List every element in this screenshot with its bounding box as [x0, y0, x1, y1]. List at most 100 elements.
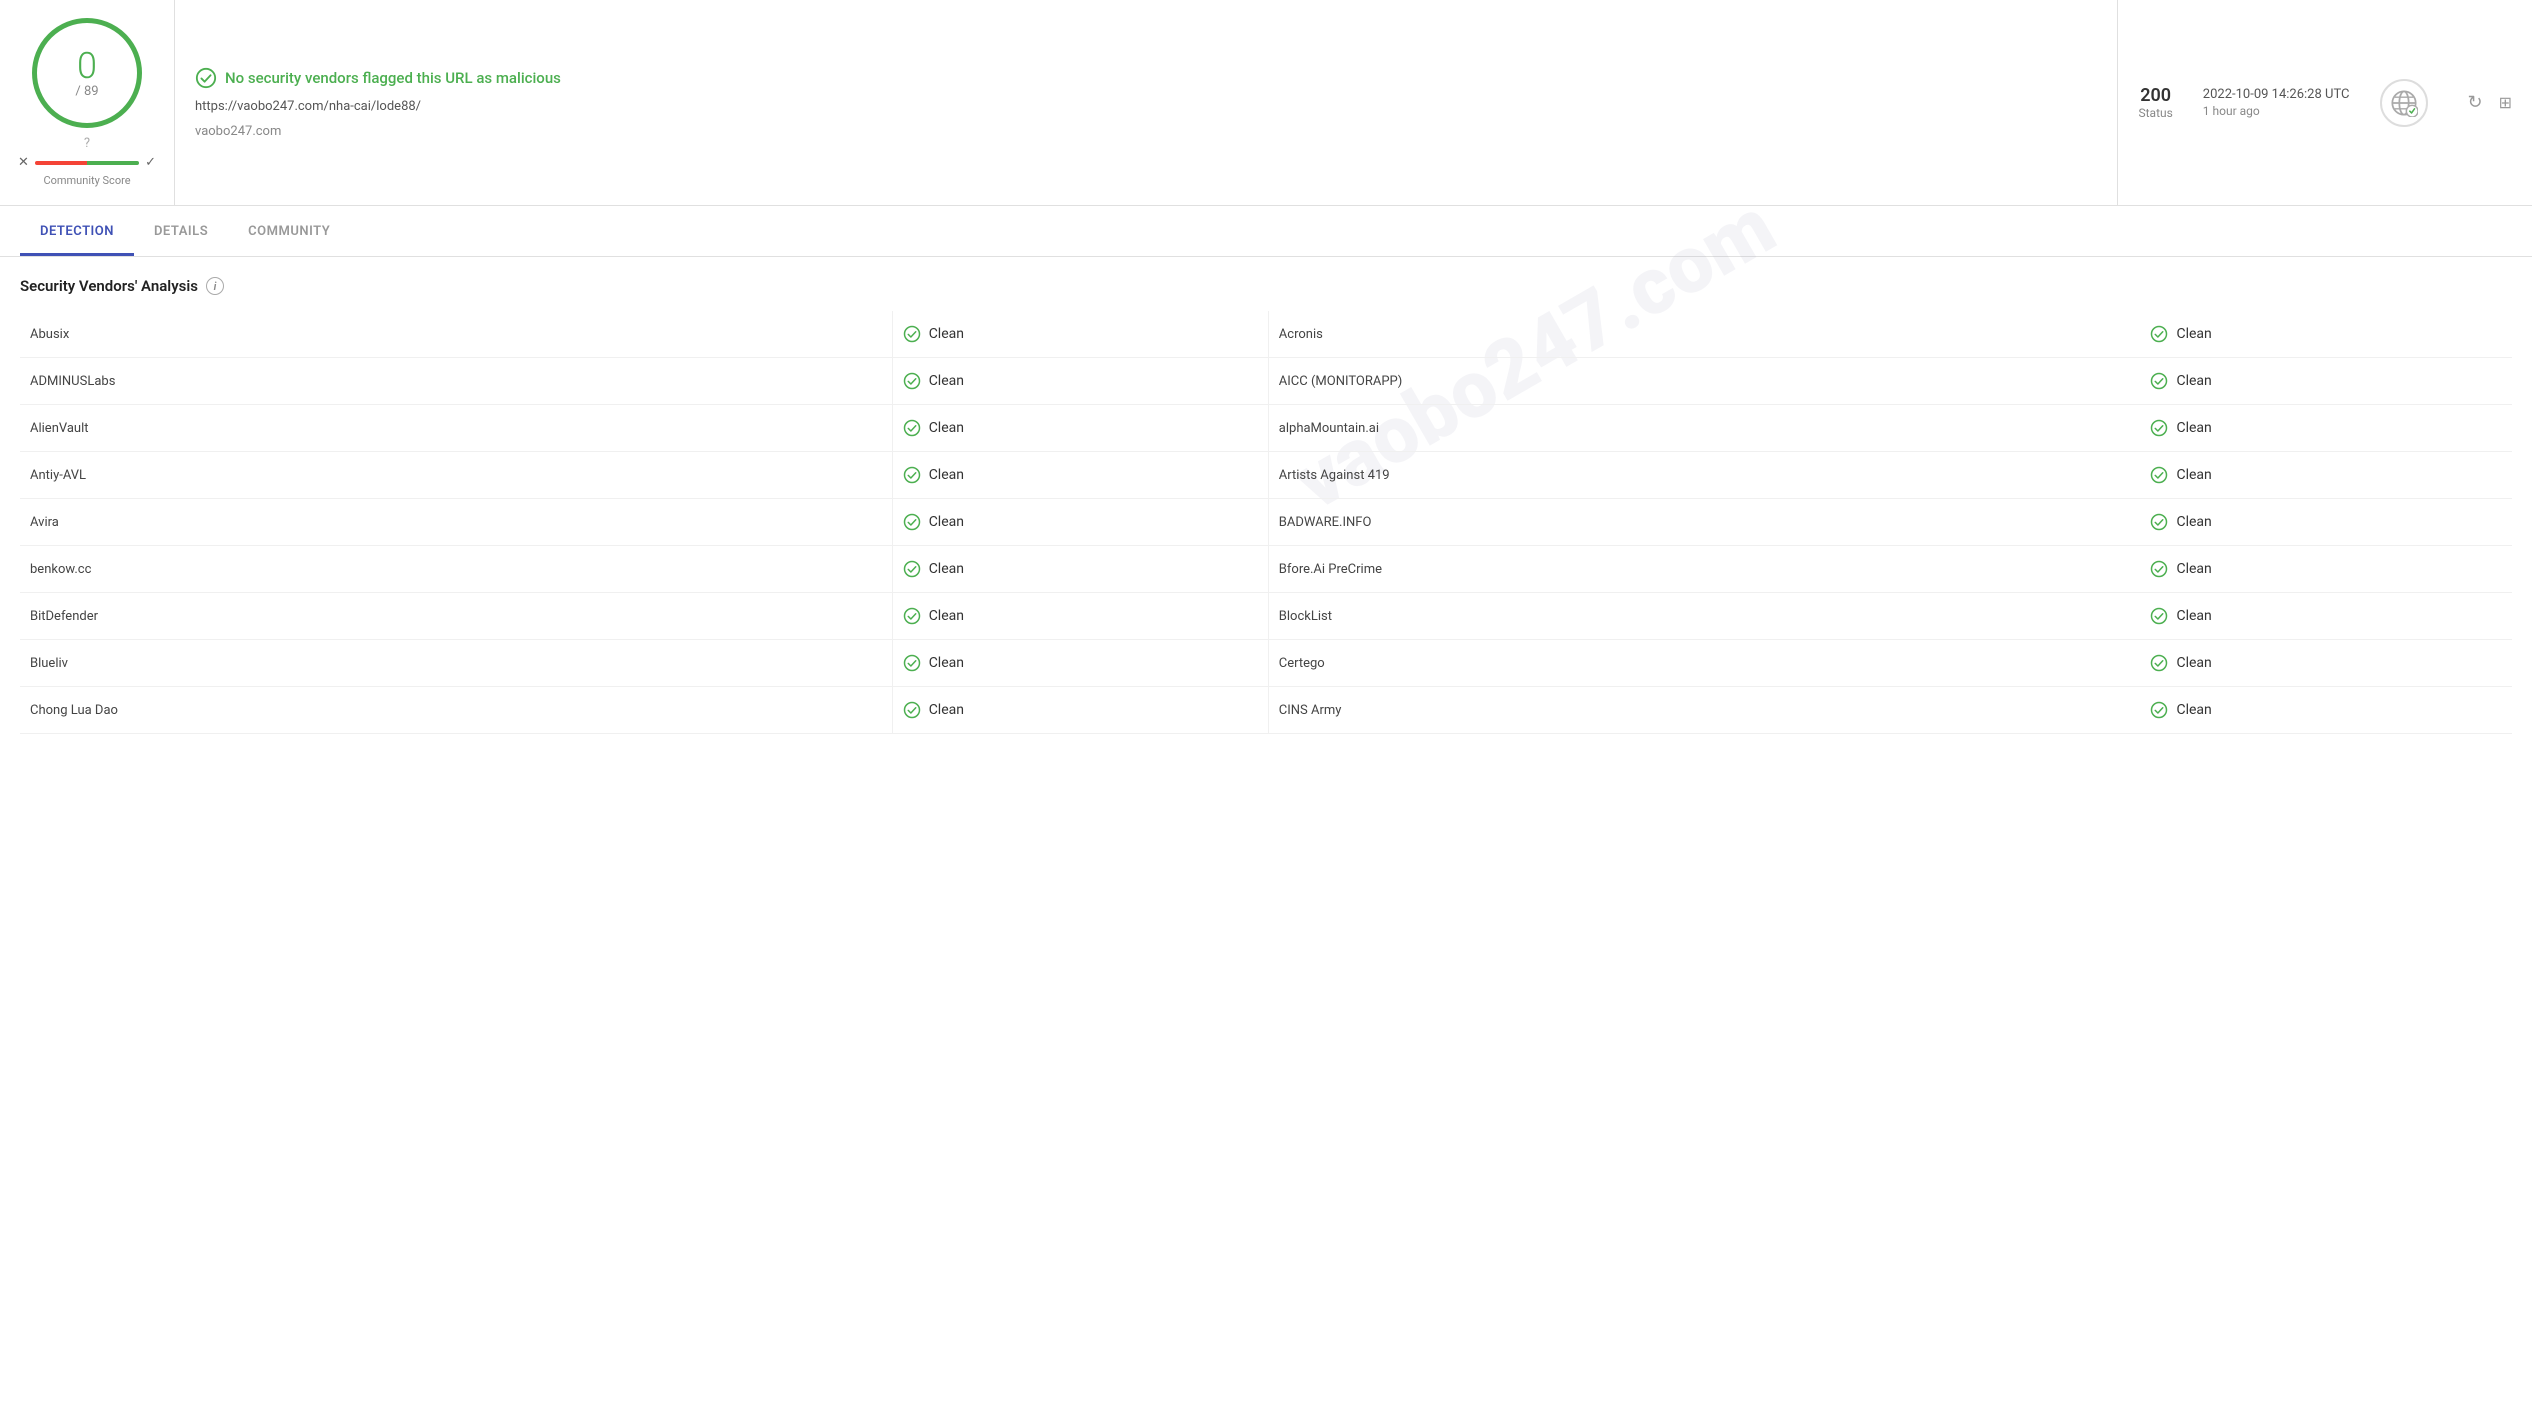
- score-circle: 0 / 89: [32, 18, 142, 128]
- check-icon[interactable]: ✓: [145, 155, 156, 170]
- vendor-status-text-right: Clean: [2176, 420, 2211, 436]
- check-circle-icon-right: [2150, 654, 2168, 672]
- status-label: Status: [2138, 106, 2172, 120]
- vendor-table: Abusix Clean Acronis Clean ADMINUSLabs: [20, 311, 2512, 734]
- info-icon[interactable]: i: [206, 277, 224, 295]
- vendor-status-right: Clean: [2150, 654, 2502, 672]
- vendor-name-left: Avira: [20, 499, 892, 546]
- vendor-name-left: Antiy-AVL: [20, 452, 892, 499]
- vendor-status-right: Clean: [2150, 466, 2502, 484]
- vendor-name-right: Artists Against 419: [1268, 452, 2140, 499]
- vendor-status-right: Clean: [2150, 607, 2502, 625]
- clean-notice: No security vendors flagged this URL as …: [195, 67, 2097, 89]
- scan-date: 2022-10-09 14:26:28 UTC: [2203, 87, 2350, 102]
- vendor-status-left: Clean: [903, 466, 1258, 484]
- globe-icon[interactable]: [2380, 79, 2428, 127]
- meta-panel: 200 Status 2022-10-09 14:26:28 UTC 1 hou…: [2117, 0, 2447, 205]
- status-code: 200: [2138, 85, 2172, 106]
- vendor-status-text-right: Clean: [2176, 561, 2211, 577]
- check-circle-icon-left: [903, 701, 921, 719]
- check-circle-icon-right: [2150, 701, 2168, 719]
- tab-details[interactable]: DETAILS: [134, 206, 228, 256]
- vendor-name-left: Blueliv: [20, 640, 892, 687]
- check-circle-icon-right: [2150, 560, 2168, 578]
- vendor-status-text-left: Clean: [929, 373, 964, 389]
- vendor-name-left: ADMINUSLabs: [20, 358, 892, 405]
- vendor-status-text-right: Clean: [2176, 373, 2211, 389]
- vendor-name-right: Acronis: [1268, 311, 2140, 358]
- vendor-status-text-left: Clean: [929, 655, 964, 671]
- check-circle-icon-left: [903, 466, 921, 484]
- vendor-status-left: Clean: [903, 325, 1258, 343]
- table-row: Blueliv Clean Certego Clean: [20, 640, 2512, 687]
- x-icon[interactable]: ✕: [18, 155, 29, 170]
- top-right-icons: ↻ ⊞: [2448, 0, 2532, 205]
- vendor-status-text-left: Clean: [929, 608, 964, 624]
- score-denom: / 89: [75, 84, 98, 99]
- table-row: ADMINUSLabs Clean AICC (MONITORAPP) Clea…: [20, 358, 2512, 405]
- top-bar: 0 / 89 ? ✕ ✓ Community Score No security…: [0, 0, 2532, 206]
- tab-detection[interactable]: DETECTION: [20, 206, 134, 256]
- table-row: BitDefender Clean BlockList Clean: [20, 593, 2512, 640]
- scan-ago: 1 hour ago: [2203, 104, 2350, 118]
- date-block: 2022-10-09 14:26:28 UTC 1 hour ago: [2203, 87, 2350, 118]
- check-circle-icon-right: [2150, 466, 2168, 484]
- main-content: vaobo247.com Security Vendors' Analysis …: [0, 257, 2532, 754]
- check-circle-icon-right: [2150, 513, 2168, 531]
- vendor-name-left: BitDefender: [20, 593, 892, 640]
- table-row: AlienVault Clean alphaMountain.ai Clean: [20, 405, 2512, 452]
- shield-check-icon: [195, 67, 217, 89]
- globe-svg: [2390, 89, 2418, 117]
- check-circle-icon-left: [903, 560, 921, 578]
- community-score-label: Community Score: [43, 174, 130, 187]
- vendor-status-text-right: Clean: [2176, 326, 2211, 342]
- vendor-name-right: AICC (MONITORAPP): [1268, 358, 2140, 405]
- vendor-status-left: Clean: [903, 419, 1258, 437]
- vendor-status-left: Clean: [903, 372, 1258, 390]
- vendor-status-left: Clean: [903, 560, 1258, 578]
- vendor-status-text-right: Clean: [2176, 655, 2211, 671]
- check-circle-icon-left: [903, 419, 921, 437]
- vendor-name-right: BlockList: [1268, 593, 2140, 640]
- vendor-status-text-left: Clean: [929, 467, 964, 483]
- section-title-text: Security Vendors' Analysis: [20, 277, 198, 295]
- table-row: Avira Clean BADWARE.INFO Clean: [20, 499, 2512, 546]
- vendor-status-left: Clean: [903, 654, 1258, 672]
- vendor-status-left: Clean: [903, 607, 1258, 625]
- check-circle-icon-left: [903, 372, 921, 390]
- vendor-name-left: Chong Lua Dao: [20, 687, 892, 734]
- vendor-status-left: Clean: [903, 701, 1258, 719]
- table-row: Chong Lua Dao Clean CINS Army Clean: [20, 687, 2512, 734]
- check-circle-icon-left: [903, 513, 921, 531]
- url-line: https://vaobo247.com/nha-cai/lode88/: [195, 99, 2097, 114]
- vendor-status-text-right: Clean: [2176, 702, 2211, 718]
- vendor-status-right: Clean: [2150, 419, 2502, 437]
- vendor-name-right: CINS Army: [1268, 687, 2140, 734]
- refresh-icon[interactable]: ↻: [2468, 92, 2483, 113]
- qr-icon[interactable]: ⊞: [2499, 93, 2512, 112]
- community-bar: [35, 161, 139, 165]
- vendor-name-right: BADWARE.INFO: [1268, 499, 2140, 546]
- status-block: 200 Status: [2138, 85, 2172, 120]
- vendor-name-right: Bfore.Ai PreCrime: [1268, 546, 2140, 593]
- check-circle-icon-left: [903, 654, 921, 672]
- tabs-bar: DETECTION DETAILS COMMUNITY: [0, 206, 2532, 257]
- vendor-status-text-left: Clean: [929, 326, 964, 342]
- tab-community[interactable]: COMMUNITY: [228, 206, 350, 256]
- vendor-name-right: Certego: [1268, 640, 2140, 687]
- vendor-status-right: Clean: [2150, 701, 2502, 719]
- vendor-status-text-right: Clean: [2176, 608, 2211, 624]
- check-circle-icon-right: [2150, 372, 2168, 390]
- table-row: Antiy-AVL Clean Artists Against 419 Clea…: [20, 452, 2512, 499]
- question-mark: ?: [84, 136, 90, 151]
- score-number: 0: [77, 48, 97, 84]
- table-row: benkow.cc Clean Bfore.Ai PreCrime Clean: [20, 546, 2512, 593]
- check-circle-icon-right: [2150, 607, 2168, 625]
- clean-message-text: No security vendors flagged this URL as …: [225, 69, 561, 87]
- check-circle-icon-right: [2150, 325, 2168, 343]
- vendor-status-right: Clean: [2150, 325, 2502, 343]
- check-circle-icon-left: [903, 325, 921, 343]
- vendor-name-right: alphaMountain.ai: [1268, 405, 2140, 452]
- table-row: Abusix Clean Acronis Clean: [20, 311, 2512, 358]
- vendor-status-right: Clean: [2150, 513, 2502, 531]
